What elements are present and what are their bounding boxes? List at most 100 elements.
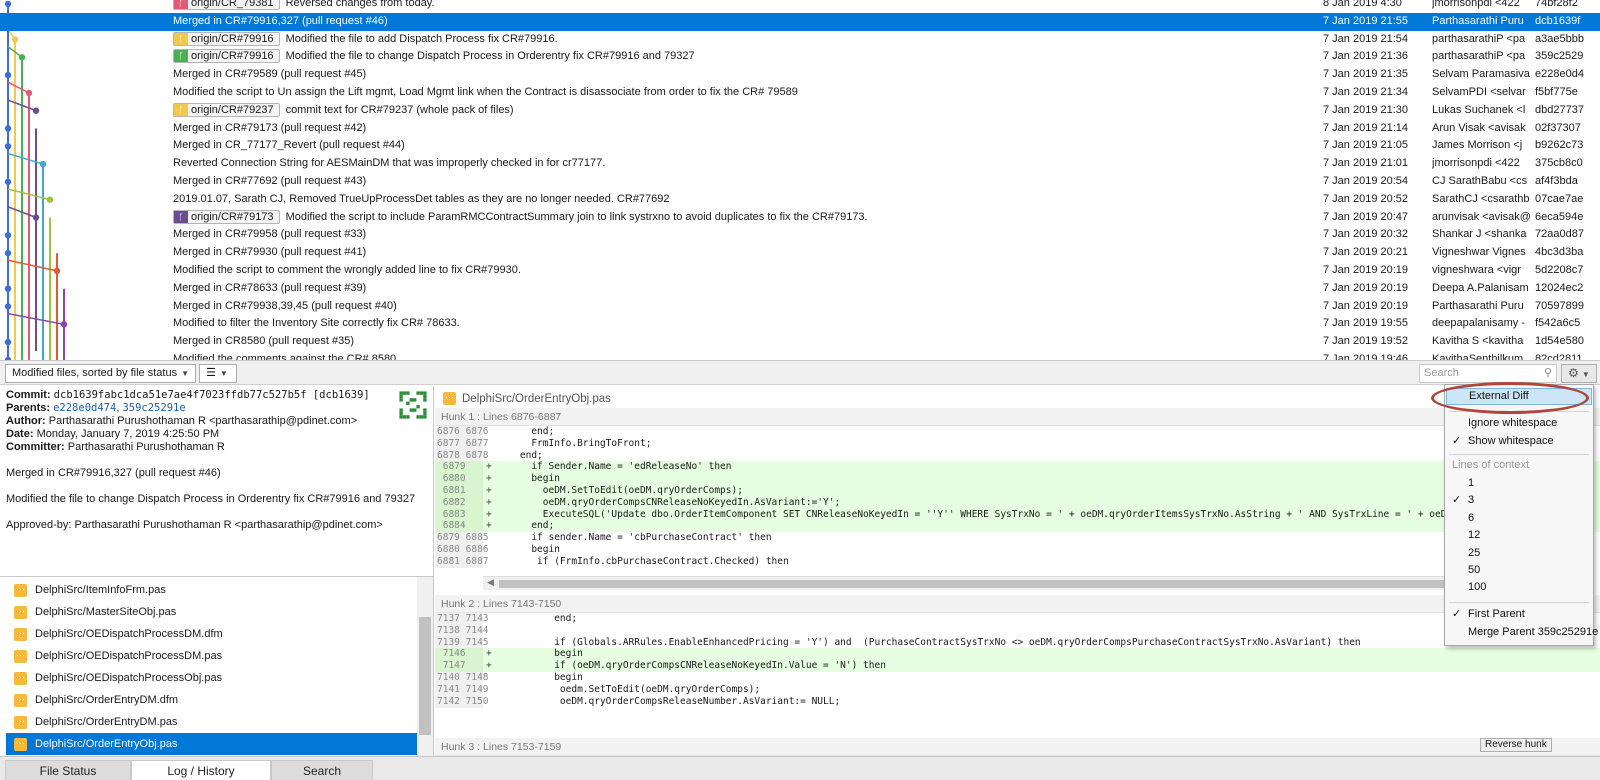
line-numbers: 7142 7150	[435, 695, 489, 708]
menu-item-context-lines[interactable]: ✓ 3	[1446, 492, 1592, 509]
chevron-down-icon: ▼	[181, 369, 189, 378]
commit-row[interactable]: Merged in CR#79173 (pull request #42) 7 J…	[0, 120, 1600, 138]
diff-line[interactable]: 7141 7149 oedm.SetToEdit(oeDM.qryOrderCo…	[435, 683, 1600, 696]
menu-item-first-parent[interactable]: ✓ First Parent	[1446, 606, 1592, 623]
diff-line[interactable]: 7137 7143 end;	[435, 613, 1600, 625]
commit-row[interactable]: ᚴ origin/CR#79916 Modified the file to add…	[0, 31, 1600, 49]
commit-message: Merged in CR#78633 (pull request #39)	[173, 281, 367, 294]
diff-line[interactable]: 6876 6876 end;	[435, 426, 1600, 438]
diff-line[interactable]: 6881 + oeDM.SetToEdit(oeDM.qryOrderComps)…	[435, 485, 1600, 497]
diff-line[interactable]: 6879 6885 if sender.Name = 'cbPurchaseCo…	[435, 532, 1600, 545]
branch-tag[interactable]: ᚴ origin/CR#79916	[173, 49, 280, 64]
search-input[interactable]: Search ⚲	[1419, 364, 1557, 383]
old-line-number: 6879	[437, 532, 460, 544]
commit-row[interactable]: Modified the script to Un assign the Lif…	[0, 84, 1600, 102]
commit-row[interactable]: Merged in CR#78633 (pull request #39) 7 J…	[0, 280, 1600, 298]
commit-hash: 74bf28f2	[1535, 0, 1578, 9]
commit-author: jmorrisonpdi <422	[1432, 157, 1520, 170]
menu-item-context-lines[interactable]: 6	[1446, 510, 1592, 527]
diff-line[interactable]: 7139 7145 if (Globals.ARRules.EnableEnha…	[435, 636, 1600, 649]
diff-line[interactable]: 6881 6887 if (FrmInfo.cbPurchaseContract…	[435, 555, 1600, 568]
chevron-left-icon[interactable]: ◀	[487, 577, 494, 588]
commit-row[interactable]: Merged in CR#79938,39,45 (pull request #…	[0, 298, 1600, 316]
commit-message: Merged in CR#79916,327 (pull request #46…	[173, 14, 388, 27]
diff-line[interactable]: 7147 + if (oeDM.qryOrderCompsCNReleaseNoK…	[435, 660, 1600, 673]
diff-line[interactable]: 6877 6877 FrmInfo.BringToFront;	[435, 437, 1600, 450]
commit-row[interactable]: Merged in CR#77692 (pull request #43) 7 J…	[0, 173, 1600, 191]
scrollbar-thumb[interactable]	[499, 580, 1499, 588]
checkmark-icon: ✓	[1452, 608, 1462, 620]
changed-file-item[interactable]: ⋯ DelphiSrc/OrderEntryDM.dfm	[6, 689, 418, 711]
diff-line[interactable]: 7140 7148 begin	[435, 672, 1600, 684]
commit-subject: Merged in CR#79938,39,45 (pull request #…	[173, 298, 1313, 316]
parent-link-1[interactable]: e228e0d474	[53, 402, 116, 414]
commit-hash: 5d2208c7	[1535, 264, 1584, 276]
commit-row[interactable]: Modified the comments against the CR# 85…	[0, 351, 1600, 360]
changed-file-item[interactable]: ⋯ DelphiSrc/MasterSiteObj.pas	[6, 601, 418, 623]
commit-row[interactable]: 2019.01.07, Sarath CJ, Removed TrueUpPro…	[0, 191, 1600, 209]
checkmark-icon: ✓	[1452, 494, 1462, 507]
changed-file-item[interactable]: ⋯ DelphiSrc/OEDispatchProcessDM.dfm	[6, 623, 418, 645]
commit-log[interactable]: ᚴ origin/CR_79381 Reversed changes from to…	[0, 0, 1600, 360]
commit-row[interactable]: Merged in CR#79916,327 (pull request #46…	[0, 12, 1600, 31]
commit-row[interactable]: Modified the script to comment the wrong…	[0, 262, 1600, 280]
commit-author: CJ SarathBabu <cs	[1432, 175, 1528, 187]
commit-row[interactable]: Merged in CR8580 (pull request #35) 7 Jan…	[0, 333, 1600, 351]
scrollbar-thumb[interactable]	[419, 617, 431, 735]
menu-item-context-lines[interactable]: 1	[1446, 475, 1592, 492]
branch-tag[interactable]: ᚴ origin/CR#79237	[173, 102, 280, 117]
file-path: DelphiSrc/ItemInfoFrm.pas	[35, 584, 166, 596]
commit-row[interactable]: Merged in CR#79930 (pull request #41) 7 J…	[0, 244, 1600, 262]
diff-line[interactable]: 6882 + oeDM.qryOrderCompsCNReleaseNoKeyed…	[435, 496, 1600, 509]
branch-tag[interactable]: ᚴ origin/CR_79381	[173, 0, 280, 11]
diff-line[interactable]: 7138 7144	[435, 624, 1600, 637]
commit-row[interactable]: Modified to filter the Inventory Site co…	[0, 315, 1600, 333]
diff-line[interactable]: 6879 + if Sender.Name = 'edReleaseNo' the…	[435, 461, 1600, 474]
diff-line[interactable]: 6880 + begin	[435, 473, 1600, 486]
diff-line[interactable]: 6878 6878 end;	[435, 449, 1600, 462]
changed-file-item[interactable]: ⋯ DelphiSrc/OrderEntryDM.pas	[6, 711, 418, 733]
reverse-hunk-button[interactable]: Reverse hunk	[1480, 738, 1552, 752]
file-list-scrollbar[interactable]	[417, 577, 433, 756]
diff-horizontal-scrollbar[interactable]: ◀	[483, 576, 1563, 590]
menu-item-ignore-whitespace[interactable]: Ignore whitespace	[1446, 415, 1592, 432]
commit-message: Merged in CR#79958 (pull request #33)	[173, 228, 367, 241]
diff-line[interactable]: 6884 + end;	[435, 520, 1600, 533]
committer-label: Committer:	[6, 441, 65, 453]
changed-file-item[interactable]: ⋯ DelphiSrc/OEDispatchProcessObj.pas	[6, 667, 418, 689]
commit-row[interactable]: ᚴ origin/CR_79381 Reversed changes from to…	[0, 0, 1600, 13]
menu-item-merge-parent[interactable]: Merge Parent 359c25291e	[1446, 624, 1598, 641]
commit-row[interactable]: Reverted Connection String for AESMainDM…	[0, 155, 1600, 173]
menu-item-external-diff[interactable]: External Diff	[1446, 388, 1592, 405]
new-line-number: 7143	[465, 613, 489, 624]
branch-tag[interactable]: ᚴ origin/CR#79173	[173, 209, 280, 224]
commit-row[interactable]: ᚴ origin/CR#79173 Modified the script to i…	[0, 209, 1600, 227]
parent-link-2[interactable]: 359c25291e	[122, 402, 185, 414]
commit-row[interactable]: ᚴ origin/CR#79237 commit text for CR#79237…	[0, 102, 1600, 120]
commit-row[interactable]: Merged in CR#79589 (pull request #45) 7 J…	[0, 66, 1600, 84]
commit-row[interactable]: ᚴ origin/CR#79916 Modified the file to cha…	[0, 48, 1600, 66]
changed-file-item[interactable]: ⋯ DelphiSrc/OEDispatchProcessDM.pas	[6, 645, 418, 667]
tab-search[interactable]: Search	[271, 760, 373, 780]
branch-tag[interactable]: ᚴ origin/CR#79916	[173, 31, 280, 46]
changed-file-item[interactable]: ⋯ DelphiSrc/ItemInfoFrm.pas	[6, 579, 418, 601]
menu-item-context-lines[interactable]: 100	[1446, 579, 1592, 596]
tab-file-status[interactable]: File Status	[5, 760, 131, 780]
commit-row[interactable]: Merged in CR#79958 (pull request #33) 7 J…	[0, 226, 1600, 244]
commit-row[interactable]: Merged in CR_77177_Revert (pull request …	[0, 137, 1600, 155]
tab-log-history[interactable]: Log / History	[131, 760, 271, 780]
menu-item-show-whitespace[interactable]: ✓ Show whitespace	[1446, 433, 1592, 450]
view-mode-dropdown[interactable]: ☰ ▼	[199, 364, 237, 383]
diff-line[interactable]: 7146 + begin	[435, 648, 1600, 661]
diff-settings-button[interactable]: ⚙ ▼	[1561, 364, 1597, 383]
search-icon: ⚲	[1543, 367, 1552, 379]
diff-line[interactable]: 6880 6886 begin	[435, 544, 1600, 556]
menu-item-context-lines[interactable]: 50	[1446, 562, 1592, 579]
diff-line[interactable]: 6883 + ExecuteSQL('Update dbo.OrderItemCo…	[435, 508, 1600, 521]
menu-item-context-lines[interactable]: 25	[1446, 545, 1592, 562]
changed-file-item[interactable]: ⋯ DelphiSrc/OrderEntryObj.pas	[6, 733, 418, 755]
menu-item-context-lines[interactable]: 12	[1446, 527, 1592, 544]
commit-date: 7 Jan 2019 21:34	[1323, 86, 1409, 98]
file-sort-dropdown[interactable]: Modified files, sorted by file status ▼	[5, 364, 196, 383]
diff-line[interactable]: 7142 7150 oeDM.qryOrderCompsReleaseNumbe…	[435, 695, 1600, 708]
